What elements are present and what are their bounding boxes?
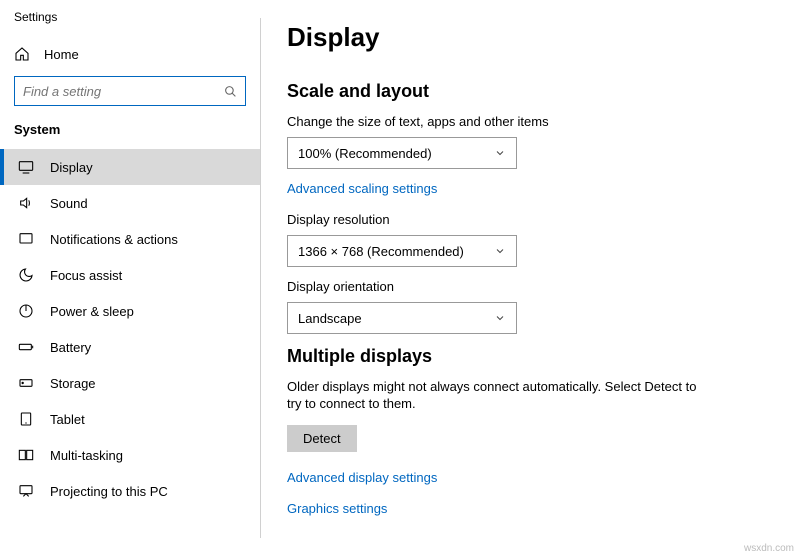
battery-icon [18,339,34,355]
orientation-label: Display orientation [287,279,770,294]
sidebar-nav: Display Sound Notifications & actions Fo… [0,149,260,509]
home-label: Home [44,47,79,62]
focus-assist-icon [18,267,34,283]
sidebar-item-label: Display [50,160,246,175]
sidebar-item-label: Multi-tasking [50,448,246,463]
content-pane: Display Scale and layout Change the size… [261,0,800,556]
sidebar-item-label: Power & sleep [50,304,246,319]
watermark: wsxdn.com [744,543,794,554]
storage-icon [18,375,34,391]
search-icon [224,85,237,98]
chevron-down-icon [494,312,506,324]
sidebar-item-label: Battery [50,340,246,355]
scale-label: Change the size of text, apps and other … [287,114,770,129]
search-input[interactable] [23,84,224,99]
scale-value: 100% (Recommended) [298,146,432,161]
sidebar-item-sound[interactable]: Sound [0,185,260,221]
chevron-down-icon [494,245,506,257]
display-icon [18,159,34,175]
tablet-icon [18,411,34,427]
advanced-display-link[interactable]: Advanced display settings [287,470,437,485]
sidebar-item-power-sleep[interactable]: Power & sleep [0,293,260,329]
sidebar: Settings Home System Display [0,0,260,556]
home-icon [14,46,30,62]
resolution-label: Display resolution [287,212,770,227]
sidebar-item-label: Focus assist [50,268,246,283]
sidebar-section-label: System [0,122,260,149]
resolution-select[interactable]: 1366 × 768 (Recommended) [287,235,517,267]
sidebar-item-label: Notifications & actions [50,232,246,247]
multi-heading: Multiple displays [287,346,770,367]
sidebar-item-display[interactable]: Display [0,149,260,185]
scale-heading: Scale and layout [287,81,770,102]
graphics-settings-link[interactable]: Graphics settings [287,501,387,516]
resolution-value: 1366 × 768 (Recommended) [298,244,464,259]
chevron-down-icon [494,147,506,159]
multitasking-icon [18,447,34,463]
projecting-icon [18,483,34,499]
sound-icon [18,195,34,211]
sidebar-item-label: Sound [50,196,246,211]
scale-select[interactable]: 100% (Recommended) [287,137,517,169]
sidebar-item-battery[interactable]: Battery [0,329,260,365]
search-input-wrap[interactable] [14,76,246,106]
sidebar-item-label: Tablet [50,412,246,427]
sidebar-item-multitasking[interactable]: Multi-tasking [0,437,260,473]
multi-desc: Older displays might not always connect … [287,379,707,413]
window-title: Settings [0,6,260,40]
sidebar-item-focus-assist[interactable]: Focus assist [0,257,260,293]
notifications-icon [18,231,34,247]
advanced-scaling-link[interactable]: Advanced scaling settings [287,181,437,196]
orientation-select[interactable]: Landscape [287,302,517,334]
sidebar-item-notifications[interactable]: Notifications & actions [0,221,260,257]
home-button[interactable]: Home [0,40,260,76]
sidebar-item-storage[interactable]: Storage [0,365,260,401]
orientation-value: Landscape [298,311,362,326]
sidebar-item-tablet[interactable]: Tablet [0,401,260,437]
power-icon [18,303,34,319]
sidebar-item-label: Projecting to this PC [50,484,246,499]
page-title: Display [287,22,770,53]
sidebar-item-label: Storage [50,376,246,391]
sidebar-item-projecting[interactable]: Projecting to this PC [0,473,260,509]
detect-button[interactable]: Detect [287,425,357,452]
